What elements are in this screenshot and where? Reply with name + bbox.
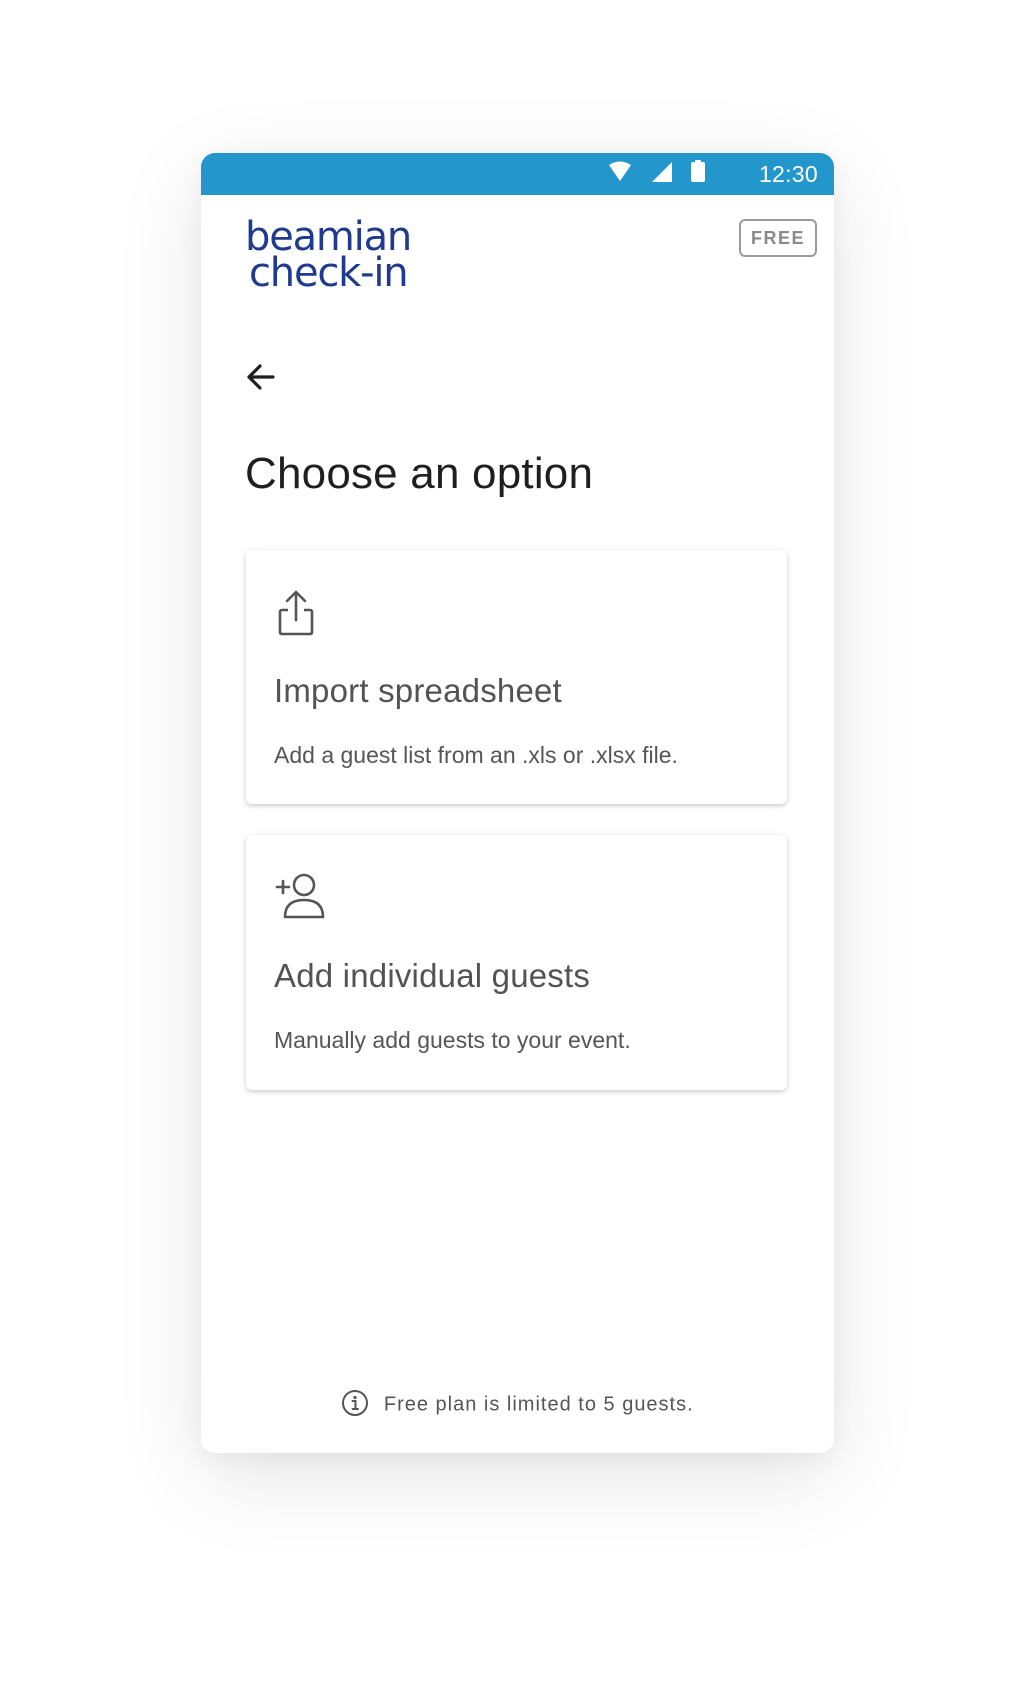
logo-line-2: check-in — [249, 250, 409, 296]
status-time: 12:30 — [758, 161, 818, 187]
status-bar: 12:30 — [201, 153, 834, 195]
card-title: Import spreadsheet — [274, 672, 562, 709]
import-spreadsheet-card[interactable]: Import spreadsheet Add a guest list from… — [246, 550, 787, 804]
screen-background: 12:30 beamian check-in FREE Choose an op… — [0, 0, 1032, 1700]
wifi-icon — [609, 161, 631, 181]
plan-badge: FREE — [739, 219, 817, 257]
battery-icon — [691, 160, 705, 182]
card-description: Add a guest list from an .xls or .xlsx f… — [274, 742, 678, 768]
share-upload-icon — [278, 590, 314, 636]
plan-limit-note: Free plan is limited to 5 guests. — [201, 1390, 834, 1419]
plan-limit-text: Free plan is limited to 5 guests. — [383, 1393, 694, 1416]
add-person-icon — [275, 873, 325, 919]
phone-screen: 12:30 beamian check-in FREE Choose an op… — [201, 153, 834, 1453]
card-description: Manually add guests to your event. — [274, 1027, 631, 1053]
signal-icon — [652, 162, 672, 182]
add-individual-guests-card[interactable]: Add individual guests Manually add guest… — [246, 835, 787, 1090]
page-title: Choose an option — [245, 449, 594, 498]
card-title: Add individual guests — [274, 957, 591, 994]
arrow-left-icon — [247, 364, 275, 390]
app-logo: beamian check-in — [245, 217, 412, 296]
info-icon — [342, 1390, 369, 1416]
back-button[interactable] — [237, 353, 285, 401]
